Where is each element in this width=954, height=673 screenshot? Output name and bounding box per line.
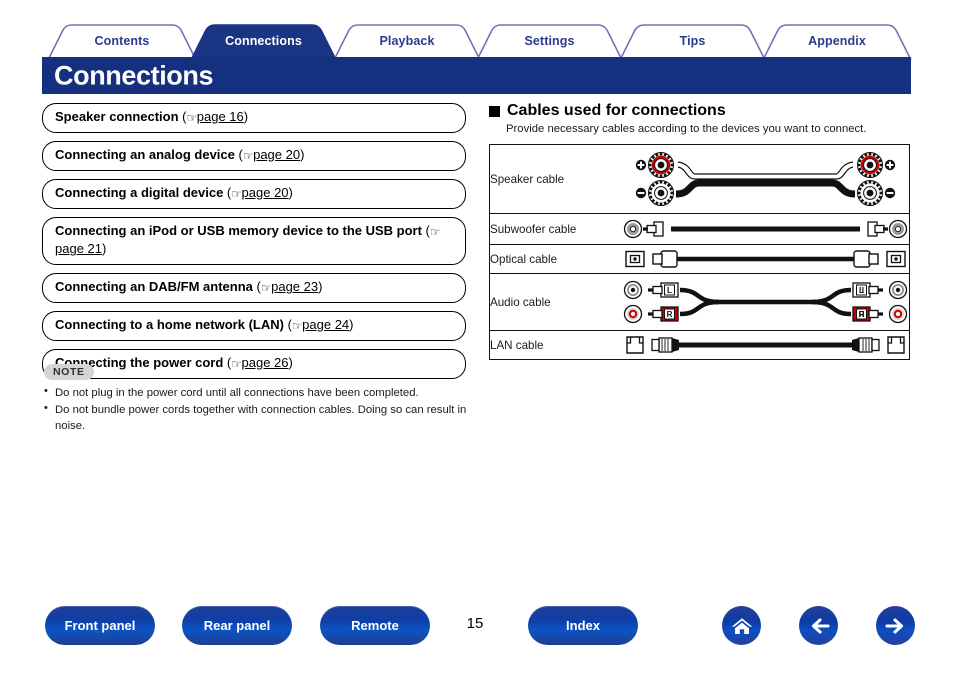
toc-link-page: page 20 [241, 184, 289, 200]
pointing-hand-icon: ☞ [429, 224, 441, 239]
pointing-hand-icon: ☞ [186, 111, 198, 125]
cable-table-body: Speaker cable Subwoofer cable Optical cabl… [489, 145, 910, 360]
toc-link-5[interactable]: Connecting an DAB/FM antenna (☞page 23) [42, 273, 466, 304]
home-glyph [731, 617, 752, 634]
cable-table: Speaker cable Subwoofer cable Optical cabl… [489, 144, 910, 360]
tab-settings[interactable]: Settings [476, 24, 623, 60]
nav-arrow-left-icon[interactable] [799, 606, 838, 645]
nav-button-label: Front panel [64, 618, 136, 633]
arrow-right-glyph [884, 617, 903, 634]
note-item-list: Do not plug in the power cord until all … [44, 384, 474, 434]
cables-section: Cables used for connections Provide nece… [489, 102, 913, 360]
pointing-hand-icon: ☞ [291, 319, 303, 334]
note-item: Do not bundle power cords together with … [44, 401, 474, 434]
toc-link-list: Speaker connection (☞page 16) Connecting … [42, 103, 466, 387]
cable-table-row: Audio cable L R L R L R [489, 274, 910, 331]
nav-button-front-panel[interactable]: Front panel [45, 606, 155, 645]
cable-illustration [623, 145, 910, 214]
square-bullet-icon [489, 105, 500, 117]
toc-link-title: Connecting an iPod or USB memory device … [55, 222, 422, 238]
cable-illustration [623, 214, 910, 245]
audio-cable-art: LRLRLR [623, 280, 908, 324]
toc-link-6[interactable]: Connecting to a home network (LAN) (☞pag… [42, 311, 466, 341]
page-title-bar: Connections [42, 57, 911, 94]
svg-text:R: R [859, 310, 865, 319]
toc-link-ref[interactable]: (☞page 24) [284, 317, 354, 334]
cable-table-row: LAN cable [490, 331, 910, 360]
bottom-navigation: 15 Front panel Rear panel Remote Index [0, 606, 954, 650]
page-title: Connections [54, 60, 214, 90]
tab-label: Tips [679, 34, 706, 48]
toc-link-ref[interactable]: (☞page 23) [253, 279, 323, 296]
section-heading: Cables used for connections [489, 102, 913, 120]
cable-name: LAN cable [490, 338, 544, 352]
arrow-left-glyph [811, 617, 830, 634]
cable-illustration: LRLRLR [623, 274, 910, 331]
speaker-cable-art [635, 152, 896, 206]
nav-button-label: Remote [351, 618, 399, 633]
nav-button-index[interactable]: Index [528, 606, 638, 645]
subwoofer-cable-art [623, 219, 908, 239]
toc-link-page: page 20 [253, 146, 301, 162]
cable-illustration [623, 245, 910, 274]
nav-button-label: Index [566, 618, 600, 633]
toc-link-title: Connecting an DAB/FM antenna [55, 279, 253, 295]
cable-name: Optical cable [490, 252, 558, 266]
nav-arrow-right-icon[interactable] [876, 606, 915, 645]
cable-name: Speaker cable [490, 172, 565, 186]
toc-link-page: page 23 [271, 279, 319, 295]
note-badge: NOTE [44, 364, 94, 380]
nav-home-icon[interactable] [722, 606, 761, 645]
page-number: 15 [466, 615, 484, 632]
tab-playback[interactable]: Playback [333, 24, 481, 60]
toc-link-4[interactable]: Connecting an iPod or USB memory device … [42, 216, 466, 266]
tab-label: Settings [524, 34, 575, 48]
toc-link-ref[interactable]: (☞page 20) [223, 184, 293, 201]
tab-label: Playback [379, 34, 435, 48]
tab-label: Appendix [808, 34, 866, 48]
nav-button-remote[interactable]: Remote [320, 606, 430, 645]
svg-text:L: L [859, 286, 864, 295]
toc-link-1[interactable]: Speaker connection (☞page 16) [42, 103, 466, 133]
toc-link-title: Speaker connection [55, 109, 179, 124]
toc-link-ref[interactable]: (☞page 20) [235, 146, 304, 163]
tab-contents[interactable]: Contents [47, 24, 197, 60]
nav-button-label: Rear panel [203, 618, 271, 633]
toc-link-title: Connecting a digital device [55, 184, 224, 200]
cable-name: Subwoofer cable [490, 222, 577, 236]
tab-bar: Contents Connections Playback Settings Tips A… [0, 24, 954, 60]
note-block: NOTE Do not plug in the power cord until… [44, 362, 474, 435]
pointing-hand-icon: ☞ [260, 281, 272, 296]
cable-table-row: Speaker cable [489, 145, 910, 214]
lan-cable-art [626, 336, 905, 354]
toc-link-ref[interactable]: (☞page 16) [179, 109, 248, 125]
toc-link-page: page 16 [196, 109, 244, 124]
section-subtitle: Provide necessary cables according to th… [506, 123, 867, 135]
pointing-hand-icon: ☞ [242, 148, 254, 163]
tab-appendix[interactable]: Appendix [762, 24, 912, 60]
toc-link-title: Connecting to a home network (LAN) [55, 317, 284, 333]
tab-connections[interactable]: Connections [190, 24, 337, 60]
note-item: Do not plug in the power cord until all … [44, 384, 474, 401]
toc-link-page: page 24 [302, 317, 350, 333]
pointing-hand-icon: ☞ [231, 186, 242, 201]
cable-table-row: Optical cable [489, 245, 910, 274]
tab-tips[interactable]: Tips [619, 24, 766, 60]
svg-text:L: L [667, 286, 672, 295]
tab-label: Contents [94, 34, 150, 48]
cable-illustration [623, 331, 910, 360]
toc-link-title: Connecting an analog device [55, 146, 235, 162]
toc-link-3[interactable]: Connecting a digital device (☞page 20) [42, 178, 466, 209]
cable-table-row: Subwoofer cable [489, 214, 910, 245]
tab-label: Connections [225, 34, 302, 48]
svg-text:R: R [667, 310, 673, 319]
nav-button-rear-panel[interactable]: Rear panel [182, 606, 292, 645]
cable-name: Audio cable [490, 295, 551, 309]
optical-cable-art [625, 250, 906, 268]
toc-link-page: page 21 [55, 241, 102, 257]
section-heading-label: Cables used for connections [507, 102, 726, 119]
toc-link-2[interactable]: Connecting an analog device (☞page 20) [42, 140, 466, 171]
